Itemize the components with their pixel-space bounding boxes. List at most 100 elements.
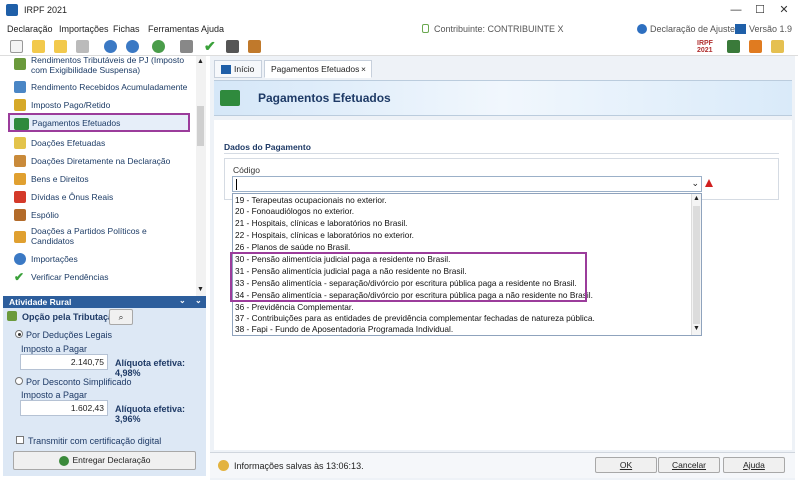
tab-label: Pagamentos Efetuados bbox=[271, 64, 360, 74]
scroll-down-icon[interactable]: ▼ bbox=[693, 325, 700, 332]
tab-label: Início bbox=[234, 64, 255, 74]
search-icon: ⌕ bbox=[118, 312, 124, 322]
menu-ajuda[interactable]: Ajuda bbox=[201, 24, 224, 34]
dropdown-scrollbar[interactable]: ▲ ▼ bbox=[691, 194, 701, 335]
dropdown-option[interactable]: 38 - Fapi - Fundo de Aposentadoria Progr… bbox=[235, 324, 690, 335]
save-icon bbox=[218, 460, 229, 471]
sidebar-item-doacoes-diretas[interactable]: Doações Diretamente na Declaração bbox=[3, 153, 193, 169]
payment-card-icon bbox=[220, 90, 240, 106]
imposto-field[interactable]: 2.140,75 bbox=[20, 354, 108, 370]
tools-icon[interactable] bbox=[771, 40, 784, 53]
toolbar: ✔ IRPF 2021 bbox=[0, 38, 798, 56]
globe-icon bbox=[58, 455, 69, 466]
close-tab-icon[interactable]: × bbox=[361, 61, 366, 77]
menu-declaracao[interactable]: Declaração bbox=[7, 24, 53, 34]
imposto-label: Imposto a Pagar bbox=[21, 344, 88, 354]
dropdown-option[interactable]: 21 - Hospitais, clínicas e laboratórios … bbox=[235, 218, 690, 229]
menu-importacoes[interactable]: Importações bbox=[59, 24, 109, 34]
sidebar-item-dividas[interactable]: Dívidas e Ônus Reais bbox=[3, 189, 193, 205]
open-folder-icon[interactable] bbox=[32, 40, 45, 53]
scroll-down-icon[interactable]: ▼ bbox=[197, 286, 204, 293]
dropdown-option[interactable]: 37 - Contribuições para as entidades de … bbox=[235, 313, 690, 324]
entregar-button[interactable]: Entregar Declaração bbox=[13, 451, 196, 470]
receive-icon[interactable] bbox=[126, 40, 139, 53]
deducoes-radio[interactable] bbox=[15, 330, 23, 338]
book-icon[interactable] bbox=[248, 40, 261, 53]
sidebar-item-label: Rendimento Recebidos Acumuladamente bbox=[31, 82, 188, 92]
chat-icon[interactable] bbox=[727, 40, 740, 53]
ok-button[interactable]: OK bbox=[595, 457, 657, 473]
globe-icon[interactable] bbox=[152, 40, 165, 53]
sidebar-item-importacoes[interactable]: Importações bbox=[3, 251, 193, 267]
trash-icon[interactable] bbox=[76, 40, 89, 53]
sidebar-item-pendencias[interactable]: ✔ Verificar Pendências bbox=[3, 269, 193, 285]
entregar-label: Entregar Declaração bbox=[72, 455, 151, 465]
section-divider bbox=[224, 153, 779, 154]
lock-icon bbox=[422, 24, 429, 33]
declaration-icon bbox=[637, 24, 647, 34]
opcao-label: Opção pela Tributação: bbox=[22, 312, 122, 322]
scroll-up-icon[interactable]: ▲ bbox=[197, 58, 204, 65]
sidebar-item-label: Importações bbox=[31, 254, 78, 264]
calculator-icon[interactable] bbox=[226, 40, 239, 53]
sidebar-item-rend-pj[interactable]: Rendimentos Tributáveis de PJ (Imposto c… bbox=[3, 55, 193, 75]
version-icon bbox=[735, 24, 746, 34]
menu-fichas[interactable]: Fichas bbox=[113, 24, 140, 34]
tab-pagamentos[interactable]: Pagamentos Efetuados × bbox=[264, 60, 372, 78]
dropdown-option[interactable]: 19 - Terapeutas ocupacionais no exterior… bbox=[235, 195, 690, 206]
versao-label: Versão 1.9 bbox=[749, 24, 793, 34]
sidebar-item-partidos[interactable]: Doações a Partidos Políticos e Candidato… bbox=[3, 225, 193, 249]
import-icon bbox=[14, 253, 26, 265]
donation-icon bbox=[14, 137, 26, 149]
text-cursor bbox=[236, 179, 237, 190]
check-icon[interactable]: ✔ bbox=[204, 38, 216, 55]
transmit-icon[interactable] bbox=[104, 40, 117, 53]
coins-icon bbox=[14, 99, 26, 111]
estate-icon bbox=[14, 209, 26, 221]
rural-header[interactable]: Atividade Rural ⌄ ⌄ bbox=[3, 296, 206, 308]
sidebar-item-espolio[interactable]: Espólio bbox=[3, 207, 193, 223]
gift-icon bbox=[14, 155, 26, 167]
help-button[interactable]: Ajuda bbox=[723, 457, 785, 473]
warning-icon bbox=[705, 179, 713, 187]
collapse-icon[interactable]: ⌄ bbox=[179, 296, 186, 305]
chevron-down-icon[interactable]: ⌄ bbox=[195, 296, 202, 305]
print-icon[interactable] bbox=[180, 40, 193, 53]
sidebar-item-imposto-pago[interactable]: Imposto Pago/Retido bbox=[3, 97, 193, 113]
close-button[interactable]: ✕ bbox=[770, 2, 798, 18]
politics-icon bbox=[14, 231, 26, 243]
desconto-radio[interactable] bbox=[15, 377, 23, 385]
sidebar-item-pagamentos[interactable]: Pagamentos Efetuados bbox=[8, 113, 190, 132]
imposto-field[interactable]: 1.602,43 bbox=[20, 400, 108, 416]
new-file-icon[interactable] bbox=[10, 40, 23, 53]
section-title: Dados do Pagamento bbox=[224, 142, 311, 152]
sidebar-scrollbar[interactable]: ▲ ▼ bbox=[196, 56, 206, 296]
aliquota-label: Alíquota efetiva: 4,98% bbox=[115, 358, 186, 378]
cancel-button[interactable]: Cancelar bbox=[658, 457, 720, 473]
sidebar-item-bens[interactable]: Bens e Direitos bbox=[3, 171, 193, 187]
search-button[interactable]: ⌕ bbox=[109, 309, 133, 325]
scroll-thumb[interactable] bbox=[693, 206, 700, 324]
sidebar-item-doacoes[interactable]: Doações Efetuadas bbox=[3, 135, 193, 151]
menu-ferramentas[interactable]: Ferramentas bbox=[148, 24, 199, 34]
home-icon[interactable] bbox=[749, 40, 762, 53]
codigo-select[interactable]: ⌄ bbox=[232, 176, 702, 192]
contribuinte-label: Contribuinte: CONTRIBUINTE X bbox=[434, 24, 564, 34]
sidebar-item-label: Verificar Pendências bbox=[31, 272, 109, 282]
dropdown-option[interactable]: 36 - Previdência Complementar. bbox=[235, 302, 690, 313]
scroll-thumb[interactable] bbox=[197, 106, 204, 146]
desconto-label: Por Desconto Simplificado bbox=[26, 377, 132, 387]
certificado-checkbox[interactable] bbox=[16, 436, 24, 444]
sidebar-item-label: Doações Diretamente na Declaração bbox=[31, 156, 171, 166]
window-title: IRPF 2021 bbox=[24, 5, 68, 15]
chevron-down-icon[interactable]: ⌄ bbox=[691, 178, 699, 189]
scroll-up-icon[interactable]: ▲ bbox=[693, 195, 700, 202]
irpf-logo-icon[interactable]: IRPF 2021 bbox=[697, 40, 713, 54]
tax-icon bbox=[7, 311, 17, 321]
dropdown-option[interactable]: 20 - Fonoaudiólogos no exterior. bbox=[235, 206, 690, 217]
sidebar-item-rend-acumulados[interactable]: Rendimento Recebidos Acumuladamente bbox=[3, 79, 193, 95]
dropdown-option[interactable]: 22 - Hospitais, clínicas e laboratórios … bbox=[235, 230, 690, 241]
folder-icon[interactable] bbox=[54, 40, 67, 53]
debt-arrow-icon bbox=[14, 191, 26, 203]
tab-inicio[interactable]: Início bbox=[214, 60, 262, 78]
